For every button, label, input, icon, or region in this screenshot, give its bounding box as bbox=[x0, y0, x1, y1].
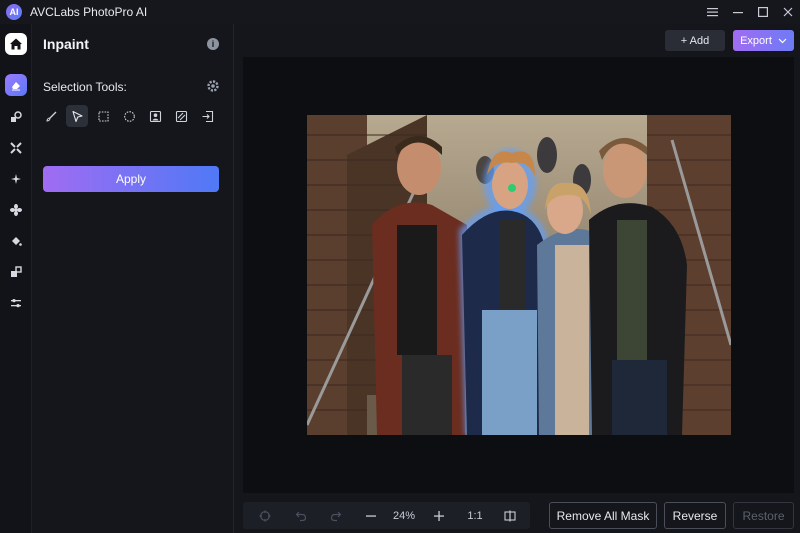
image-canvas[interactable] bbox=[243, 57, 794, 493]
actual-size-button[interactable]: 1:1 bbox=[465, 502, 485, 529]
fan-icon[interactable] bbox=[5, 199, 27, 221]
export-button[interactable]: Export bbox=[733, 30, 794, 51]
left-rail bbox=[0, 24, 32, 533]
pattern-select-icon[interactable] bbox=[170, 105, 192, 127]
adjust-icon[interactable] bbox=[5, 292, 27, 314]
selection-tools-label: Selection Tools: bbox=[43, 80, 127, 94]
chevron-down-icon bbox=[778, 38, 787, 43]
ellipse-select-icon[interactable] bbox=[118, 105, 140, 127]
brush-tool-icon[interactable] bbox=[40, 105, 62, 127]
close-icon[interactable] bbox=[775, 0, 800, 24]
selection-tools bbox=[40, 105, 222, 127]
window-controls bbox=[700, 0, 800, 24]
zoom-in-icon[interactable] bbox=[431, 502, 447, 529]
app-logo: AI bbox=[6, 4, 22, 20]
gear-icon[interactable] bbox=[206, 79, 220, 93]
upscale-icon[interactable] bbox=[5, 137, 27, 159]
remove-all-mask-button[interactable]: Remove All Mask bbox=[549, 502, 657, 529]
redo-icon[interactable] bbox=[328, 502, 344, 529]
enhance-icon[interactable] bbox=[5, 168, 27, 190]
title-bar: AI AVCLabs PhotoPro AI bbox=[0, 0, 800, 24]
maximize-icon[interactable] bbox=[750, 0, 775, 24]
pointer-tool-icon[interactable] bbox=[66, 105, 88, 127]
app-title: AVCLabs PhotoPro AI bbox=[30, 5, 148, 19]
paint-bucket-icon[interactable] bbox=[5, 230, 27, 252]
zoom-level: 24% bbox=[392, 509, 416, 522]
bottom-toolbar: 24% 1:1 bbox=[243, 502, 530, 529]
inpaint-icon[interactable] bbox=[5, 74, 27, 96]
person-select-icon[interactable] bbox=[144, 105, 166, 127]
apply-button[interactable]: Apply bbox=[43, 166, 219, 192]
rect-select-icon[interactable] bbox=[92, 105, 114, 127]
import-mask-icon[interactable] bbox=[196, 105, 218, 127]
zoom-out-icon[interactable] bbox=[363, 502, 379, 529]
undo-icon[interactable] bbox=[293, 502, 309, 529]
restore-button[interactable]: Restore bbox=[733, 502, 794, 529]
info-icon[interactable]: i bbox=[207, 38, 219, 50]
photo-preview[interactable] bbox=[307, 115, 731, 435]
minimize-icon[interactable] bbox=[725, 0, 750, 24]
app-window: AI AVCLabs PhotoPro AI Inpaint i Selecti… bbox=[0, 0, 800, 533]
menu-icon[interactable] bbox=[700, 0, 725, 24]
home-icon[interactable] bbox=[5, 33, 27, 55]
reset-icon[interactable] bbox=[257, 502, 273, 529]
add-button[interactable]: + Add bbox=[665, 30, 725, 51]
shapes-icon[interactable] bbox=[5, 106, 27, 128]
export-label: Export bbox=[740, 34, 772, 47]
group-photo-illustration bbox=[307, 115, 731, 435]
tool-panel: Inpaint i Selection Tools: Apply bbox=[32, 24, 234, 533]
crop-icon[interactable] bbox=[5, 261, 27, 283]
panel-title: Inpaint bbox=[43, 36, 89, 52]
compare-icon[interactable] bbox=[502, 502, 518, 529]
reverse-button[interactable]: Reverse bbox=[664, 502, 726, 529]
